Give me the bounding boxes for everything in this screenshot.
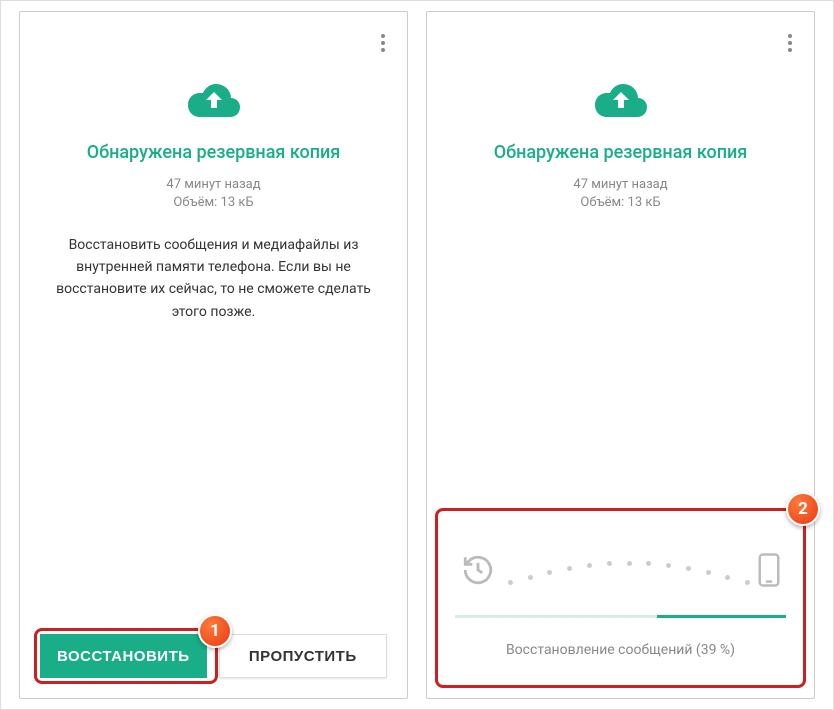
more-menu-icon[interactable]: [784, 30, 796, 56]
phone-right: Обнаружена резервная копия 47 минут наза…: [426, 11, 815, 699]
backup-time: 47 минут назад: [427, 175, 814, 195]
backup-found-title: Обнаружена резервная копия: [427, 142, 814, 163]
step-marker-2: 2: [786, 492, 820, 526]
transfer-graphic: [455, 553, 786, 591]
restore-progress-area: Восстановление сообщений (39 %): [427, 523, 814, 698]
skip-button[interactable]: ПРОПУСТИТЬ: [219, 634, 388, 678]
backup-time: 47 минут назад: [20, 175, 407, 195]
phone-left: Обнаружена резервная копия 47 минут наза…: [19, 11, 408, 699]
restore-description: Восстановить сообщения и медиафайлы из в…: [20, 234, 407, 324]
restore-button[interactable]: ВОССТАНОВИТЬ: [40, 634, 207, 678]
progress-bar: [455, 615, 786, 618]
screenshot-container: Обнаружена резервная копия 47 минут наза…: [0, 0, 834, 710]
transfer-dots: [503, 557, 750, 587]
cloud-upload-icon: [593, 82, 649, 122]
step-marker-1: 1: [198, 614, 232, 648]
more-menu-icon[interactable]: [377, 30, 389, 56]
progress-label: Восстановление сообщений (39 %): [455, 642, 786, 658]
progress-fill: [657, 615, 786, 618]
backup-size: Объём: 13 кБ: [20, 195, 407, 210]
history-icon: [461, 553, 495, 591]
backup-size: Объём: 13 кБ: [427, 195, 814, 210]
cloud-upload-icon: [186, 82, 242, 122]
backup-found-title: Обнаружена резервная копия: [20, 142, 407, 163]
phone-icon: [758, 553, 780, 591]
